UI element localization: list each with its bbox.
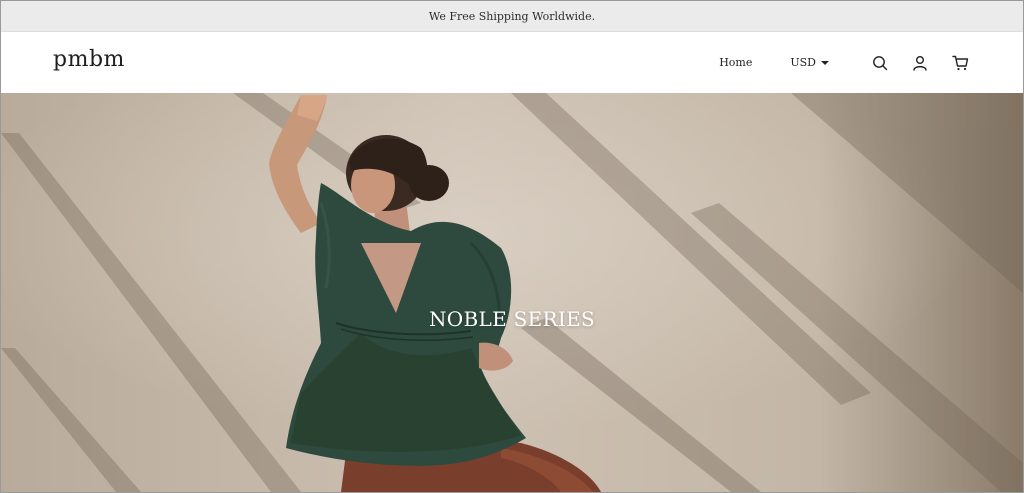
- currency-selector[interactable]: USD: [790, 56, 829, 69]
- page-frame: We Free Shipping Worldwide. pmbm Home US…: [0, 0, 1024, 493]
- search-icon: [873, 55, 888, 70]
- hero-image: [1, 93, 1023, 492]
- hero-banner[interactable]: NOBLE SERIES: [1, 93, 1023, 492]
- account-icon: [913, 55, 927, 71]
- account-button[interactable]: [909, 52, 931, 74]
- chevron-down-icon: [821, 60, 829, 65]
- announcement-text: We Free Shipping Worldwide.: [428, 9, 596, 23]
- search-button[interactable]: [869, 52, 891, 74]
- logo[interactable]: pmbm: [53, 47, 125, 72]
- site-header: pmbm Home USD: [1, 32, 1023, 93]
- cart-button[interactable]: [949, 52, 971, 74]
- nav-link-home[interactable]: Home: [719, 56, 752, 69]
- currency-label: USD: [790, 56, 816, 69]
- hero-title: NOBLE SERIES: [429, 307, 595, 331]
- cart-icon: [951, 55, 968, 70]
- header-nav: Home USD: [719, 32, 971, 93]
- announcement-bar: We Free Shipping Worldwide.: [1, 1, 1023, 32]
